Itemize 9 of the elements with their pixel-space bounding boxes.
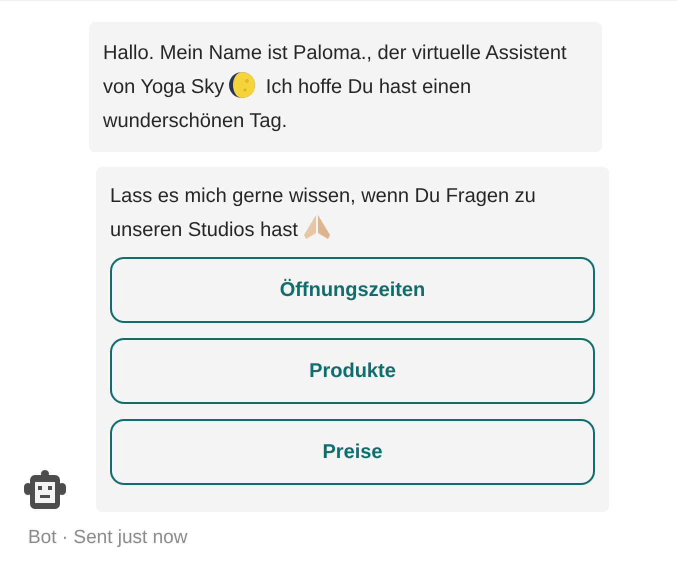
message-text: Lass es mich gerne wissen, wenn Du Fragen zu unseren Studios hast [110, 184, 537, 243]
quick-reply-button[interactable]: Öffnungszeiten [110, 257, 595, 323]
robot-icon [22, 469, 68, 509]
message-text: Hallo. Mein Name ist Paloma., der virtuelle Assistent von Yoga Sky Ich hoffe Du hast einen wunderschönen Tag. [103, 41, 568, 134]
moon-icon [228, 71, 256, 99]
message-meta: Bot · Sent just now [28, 526, 188, 550]
quick-reply-button[interactable]: Produkte [110, 338, 595, 404]
praying-hands-icon [302, 213, 332, 241]
quick-reply-button[interactable]: Preise [110, 419, 595, 485]
